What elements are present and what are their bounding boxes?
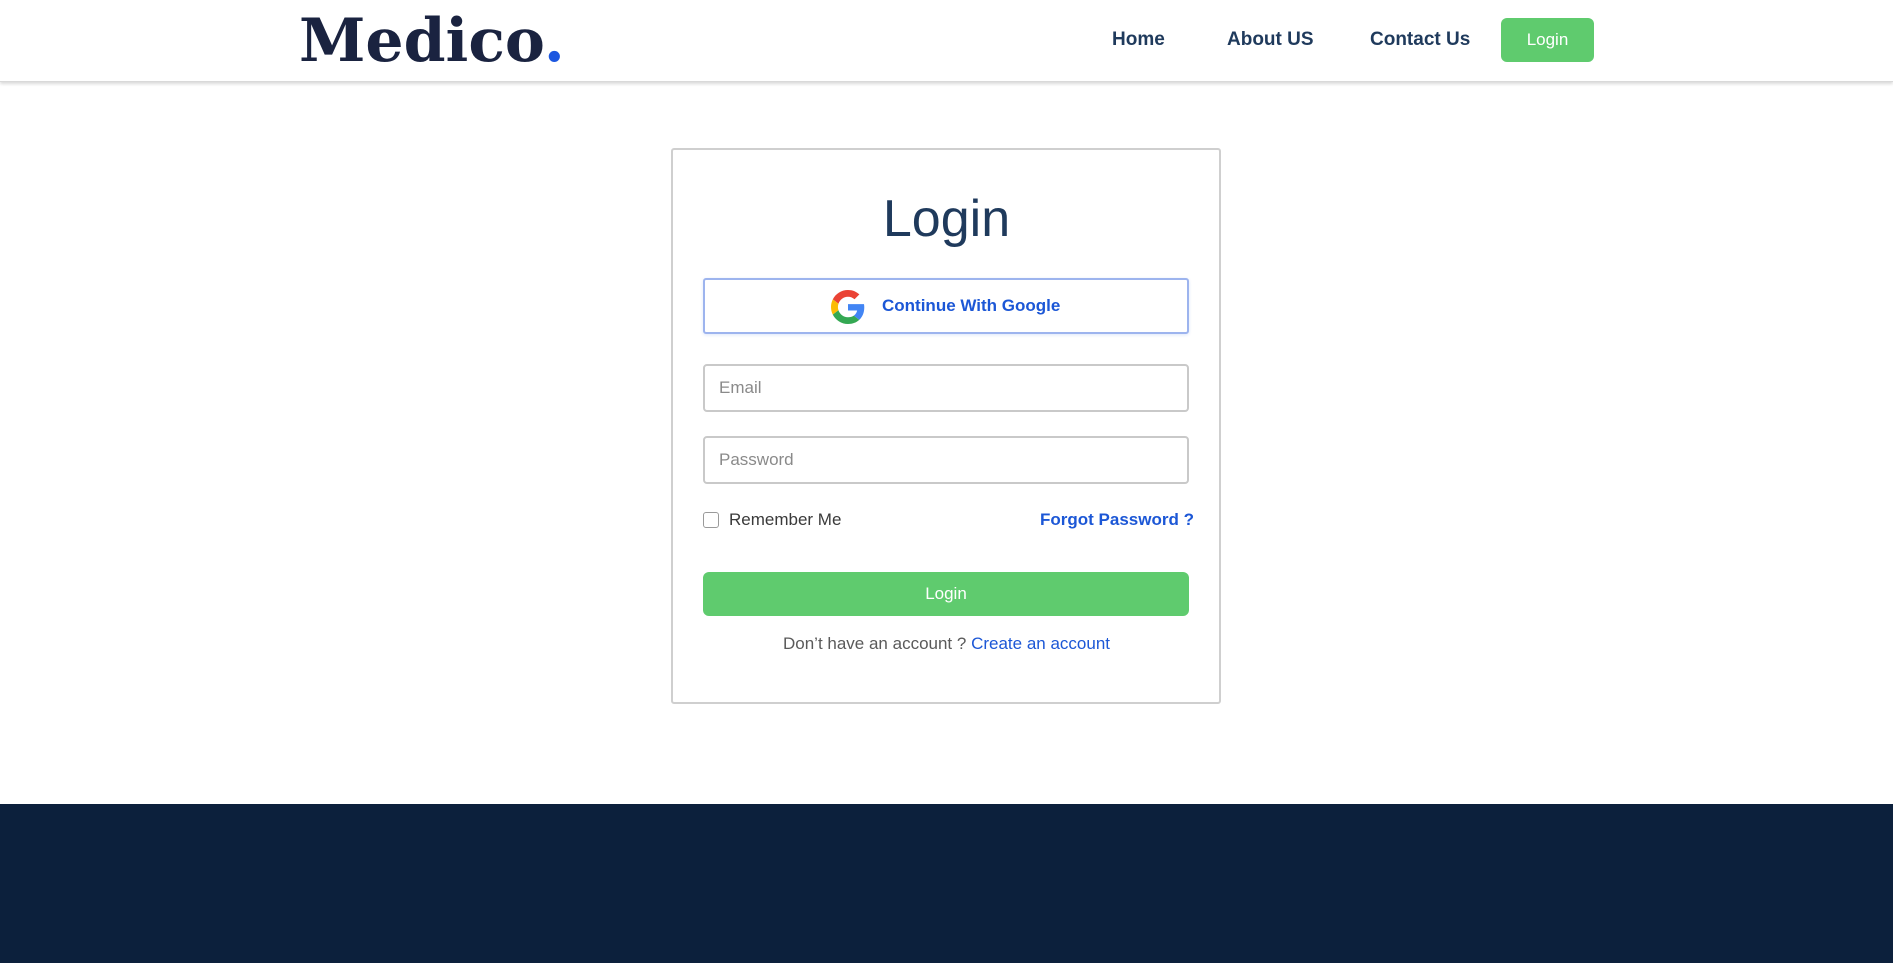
remember-me-checkbox[interactable] xyxy=(703,512,719,528)
signup-prompt-row: Don’t have an account ? Create an accoun… xyxy=(0,632,1893,656)
logo-dot: . xyxy=(543,6,565,76)
create-account-link[interactable]: Create an account xyxy=(971,634,1110,653)
login-submit-button[interactable]: Login xyxy=(703,572,1189,616)
email-input[interactable] xyxy=(703,364,1189,412)
google-button-label: Continue With Google xyxy=(882,296,1061,315)
site-footer xyxy=(0,804,1893,963)
remember-me-row: Remember Me xyxy=(703,508,841,532)
password-input[interactable] xyxy=(703,436,1189,484)
nav-login-button[interactable]: Login xyxy=(1501,18,1594,62)
signup-prompt-text: Don’t have an account ? xyxy=(782,634,967,653)
logo-text: Medico xyxy=(299,6,544,76)
remember-me-label[interactable]: Remember Me xyxy=(729,510,841,530)
google-login-button[interactable]: Continue With Google xyxy=(703,278,1189,334)
brand-logo[interactable]: Medico. xyxy=(299,6,565,76)
login-title: Login xyxy=(882,190,1011,248)
nav-about-link[interactable]: About US xyxy=(1227,18,1314,62)
forgot-password-link[interactable]: Forgot Password ? xyxy=(1040,508,1194,532)
nav-contact-link[interactable]: Contact Us xyxy=(1370,18,1470,62)
google-logo-icon xyxy=(831,290,865,324)
site-header: Medico. Home About US Contact Us Login xyxy=(0,0,1893,82)
nav-home-link[interactable]: Home xyxy=(1112,18,1165,62)
